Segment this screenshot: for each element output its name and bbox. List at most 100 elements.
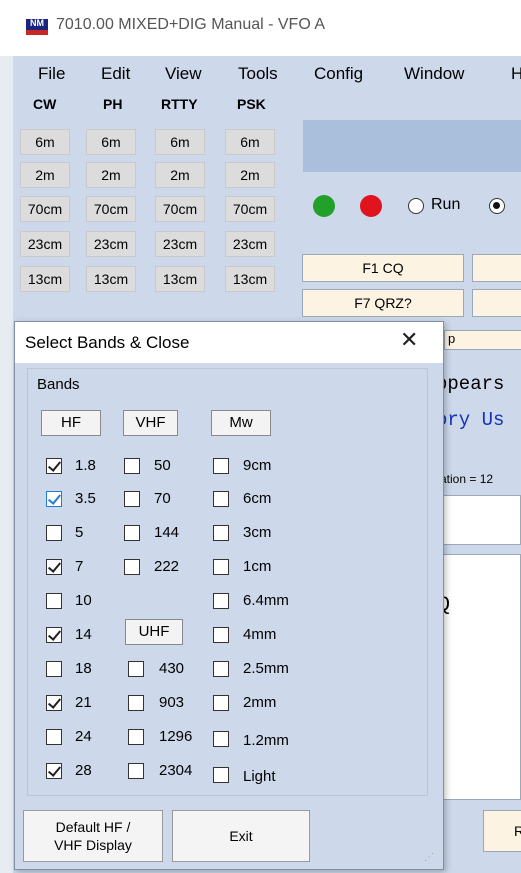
close-icon[interactable]: ✕ — [400, 328, 418, 352]
band-button-psk-2m[interactable]: 2m — [225, 162, 275, 188]
band-checkbox-1296[interactable] — [128, 729, 144, 745]
f8-button[interactable] — [472, 289, 521, 317]
band-checkbox-6-4mm[interactable] — [213, 593, 229, 609]
band-checkbox-903[interactable] — [128, 695, 144, 711]
menu-file[interactable]: File — [38, 64, 65, 84]
band-button-ph-23cm[interactable]: 23cm — [86, 231, 136, 257]
band-button-rtty-2m[interactable]: 2m — [155, 162, 205, 188]
band-checkbox-10[interactable] — [46, 593, 62, 609]
band-checkbox-3-5[interactable] — [46, 491, 62, 507]
dialog-title: Select Bands & Close — [25, 333, 190, 352]
mode-header-psk: PSK — [237, 96, 266, 112]
menu-config[interactable]: Config — [314, 64, 363, 84]
hf-select-button[interactable]: HF — [41, 410, 101, 436]
band-label-3cm: 3cm — [243, 524, 272, 541]
menu-window[interactable]: Window — [404, 64, 464, 84]
log-text-area[interactable] — [433, 554, 521, 800]
band-label-18: 18 — [75, 660, 92, 677]
band-checkbox-2-5mm[interactable] — [213, 661, 229, 677]
band-button-rtty-6m[interactable]: 6m — [155, 129, 205, 155]
band-button-ph-2m[interactable]: 2m — [86, 162, 136, 188]
run-label: Run — [431, 196, 461, 213]
band-checkbox-14[interactable] — [46, 627, 62, 643]
band-label-903: 903 — [159, 694, 185, 711]
band-checkbox-2304[interactable] — [128, 763, 144, 779]
f1-cq-button[interactable]: F1 CQ — [302, 254, 464, 282]
band-checkbox-21[interactable] — [46, 695, 62, 711]
partial-r-button[interactable]: R — [483, 810, 521, 852]
run-radio[interactable] — [408, 198, 424, 214]
band-button-cw-6m[interactable]: 6m — [20, 129, 70, 155]
band-label-6cm: 6cm — [243, 490, 272, 507]
status-led-red — [360, 195, 382, 217]
mw-select-button[interactable]: Mw — [211, 410, 271, 436]
band-checkbox-4mm[interactable] — [213, 627, 229, 643]
band-checkbox-144[interactable] — [124, 525, 140, 541]
message-line-1: ppears — [436, 373, 505, 395]
band-button-psk-13cm[interactable]: 13cm — [225, 266, 275, 292]
band-label-1296: 1296 — [159, 728, 193, 745]
band-label-21: 21 — [75, 694, 92, 711]
band-checkbox-18[interactable] — [46, 661, 62, 677]
band-checkbox-24[interactable] — [46, 729, 62, 745]
band-checkbox-3cm[interactable] — [213, 525, 229, 541]
band-checkbox-5[interactable] — [46, 525, 62, 541]
band-label-50: 50 — [154, 457, 171, 474]
band-button-rtty-70cm[interactable]: 70cm — [155, 196, 205, 222]
tab-fragment: p — [448, 331, 456, 346]
band-button-cw-70cm[interactable]: 70cm — [20, 196, 70, 222]
band-button-ph-13cm[interactable]: 13cm — [86, 266, 136, 292]
band-checkbox-1-8[interactable] — [46, 458, 62, 474]
band-checkbox-light[interactable] — [213, 767, 229, 783]
bands-group-label: Bands — [37, 376, 80, 393]
band-button-rtty-23cm[interactable]: 23cm — [155, 231, 205, 257]
band-label-144: 144 — [154, 524, 180, 541]
band-checkbox-9cm[interactable] — [213, 458, 229, 474]
band-checkbox-430[interactable] — [128, 661, 144, 677]
mode-header-ph: PH — [103, 96, 123, 112]
default-hf-vhf-display-button[interactable]: Default HF / VHF Display — [23, 810, 163, 862]
menu-tools[interactable]: Tools — [238, 64, 278, 84]
band-checkbox-1cm[interactable] — [213, 559, 229, 575]
exit-button[interactable]: Exit — [172, 810, 310, 862]
band-label-14: 14 — [75, 626, 92, 643]
band-checkbox-50[interactable] — [124, 458, 140, 474]
band-checkbox-222[interactable] — [124, 559, 140, 575]
band-label-6-4mm: 6.4mm — [243, 592, 289, 609]
band-label-222: 222 — [154, 558, 180, 575]
band-checkbox-6cm[interactable] — [213, 491, 229, 507]
band-checkbox-1-2mm[interactable] — [213, 731, 229, 747]
band-button-ph-6m[interactable]: 6m — [86, 129, 136, 155]
band-label-24: 24 — [75, 728, 92, 745]
menu-help[interactable]: H — [511, 64, 521, 84]
callsign-input[interactable] — [433, 495, 521, 545]
f7-qrz-button[interactable]: F7 QRZ? — [302, 289, 464, 317]
status-led-green — [313, 195, 335, 217]
resize-grip-icon[interactable]: ⋰ — [424, 852, 434, 863]
band-button-psk-6m[interactable]: 6m — [225, 129, 275, 155]
menu-edit[interactable]: Edit — [101, 64, 130, 84]
band-button-ph-70cm[interactable]: 70cm — [86, 196, 136, 222]
uhf-select-button[interactable]: UHF — [125, 619, 183, 645]
f2-button[interactable] — [472, 254, 521, 282]
band-button-cw-13cm[interactable]: 13cm — [20, 266, 70, 292]
window-title: 7010.00 MIXED+DIG Manual - VFO A — [56, 16, 326, 33]
band-label-4mm: 4mm — [243, 626, 277, 643]
tab-strip[interactable] — [444, 330, 521, 350]
band-checkbox-7[interactable] — [46, 559, 62, 575]
sp-radio[interactable] — [489, 198, 505, 214]
vhf-select-button[interactable]: VHF — [123, 410, 178, 436]
band-button-cw-23cm[interactable]: 23cm — [20, 231, 70, 257]
band-label-1-8: 1.8 — [75, 457, 96, 474]
band-checkbox-28[interactable] — [46, 763, 62, 779]
band-checkbox-2mm[interactable] — [213, 695, 229, 711]
band-button-rtty-13cm[interactable]: 13cm — [155, 266, 205, 292]
band-label-2304: 2304 — [159, 762, 193, 779]
band-checkbox-70[interactable] — [124, 491, 140, 507]
band-label-9cm: 9cm — [243, 457, 272, 474]
band-button-psk-70cm[interactable]: 70cm — [225, 196, 275, 222]
band-button-cw-2m[interactable]: 2m — [20, 162, 70, 188]
menu-view[interactable]: View — [165, 64, 202, 84]
band-label-430: 430 — [159, 660, 185, 677]
band-button-psk-23cm[interactable]: 23cm — [225, 231, 275, 257]
